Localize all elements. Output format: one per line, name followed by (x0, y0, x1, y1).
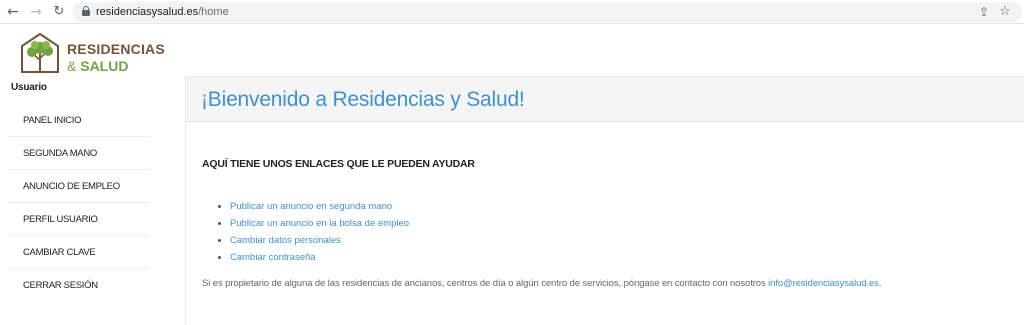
help-link-label: Cambiar contraseña (230, 252, 316, 263)
help-link-bolsa-empleo[interactable]: Publicar un anuncio en la bolsa de emple… (218, 215, 409, 232)
browser-toolbar: ← → ↻ residenciasysalud.es/home ⇪ ☆ (0, 0, 1024, 24)
reload-icon[interactable]: ↻ (50, 3, 68, 21)
page-title: ¡Bienvenido a Residencias y Salud! (201, 88, 525, 111)
sidebar-section-label: Usuario (11, 82, 47, 93)
page-header: ¡Bienvenido a Residencias y Salud! (185, 76, 1024, 122)
help-heading: AQUÍ TIENE UNOS ENLACES QUE LE PUEDEN AY… (202, 158, 475, 170)
help-link-datos-personales[interactable]: Cambiar datos personales (218, 232, 409, 249)
back-icon[interactable]: ← (4, 3, 22, 21)
owner-note-end: . (878, 278, 882, 289)
help-link-segunda-mano[interactable]: Publicar un anuncio en segunda mano (218, 198, 409, 215)
owner-contact-note: Si es propietario de alguna de las resid… (202, 278, 881, 289)
help-link-contrasena[interactable]: Cambiar contraseña (218, 249, 409, 266)
contact-email-link[interactable]: info@residenciasysalud.es (768, 278, 879, 289)
help-link-label: Publicar un anuncio en segunda mano (230, 201, 393, 212)
help-link-label: Cambiar datos personales (230, 235, 341, 246)
sidebar-menu: PANEL INICIO SEGUNDA MANO ANUNCIO DE EMP… (8, 104, 150, 302)
help-links-list: Publicar un anuncio en segunda mano Publ… (218, 198, 409, 266)
help-link-label: Publicar un anuncio en la bolsa de emple… (230, 218, 410, 229)
logo-salud-word: SALUD (80, 58, 129, 74)
bullet-icon (218, 222, 221, 225)
lock-icon[interactable] (82, 6, 90, 17)
bullet-icon (218, 205, 221, 208)
share-icon[interactable]: ⇪ (976, 4, 992, 20)
address-bar-url[interactable]: residenciasysalud.es/home (96, 5, 229, 19)
sidebar: RESIDENCIAS & SALUD Usuario PANEL INICIO… (0, 25, 176, 325)
url-domain: residenciasysalud.es (96, 6, 199, 18)
sidebar-item-anuncio-empleo[interactable]: ANUNCIO DE EMPLEO (8, 170, 150, 203)
site-logo[interactable]: RESIDENCIAS & SALUD (20, 32, 165, 74)
forward-icon[interactable]: → (27, 3, 45, 21)
sidebar-item-panel-inicio[interactable]: PANEL INICIO (8, 104, 150, 137)
owner-note-text: Si es propietario de alguna de las resid… (202, 278, 769, 289)
sidebar-item-cerrar-sesion[interactable]: CERRAR SESIÓN (8, 269, 150, 302)
logo-ampersand: & (67, 58, 77, 74)
logo-text-salud: & SALUD (67, 58, 128, 74)
sidebar-item-cambiar-clave[interactable]: CAMBIAR CLAVE (8, 236, 150, 269)
url-path: /home (198, 6, 229, 18)
star-icon[interactable]: ☆ (997, 4, 1013, 20)
main-content: AQUÍ TIENE UNOS ENLACES QUE LE PUEDEN AY… (185, 122, 1024, 325)
logo-text-residencias: RESIDENCIAS (67, 41, 165, 57)
sidebar-item-perfil-usuario[interactable]: PERFIL USUARIO (8, 203, 150, 236)
logo-house-tree-icon (21, 32, 59, 73)
bullet-icon (218, 256, 221, 259)
bullet-icon (218, 239, 221, 242)
sidebar-item-segunda-mano[interactable]: SEGUNDA MANO (8, 137, 150, 170)
